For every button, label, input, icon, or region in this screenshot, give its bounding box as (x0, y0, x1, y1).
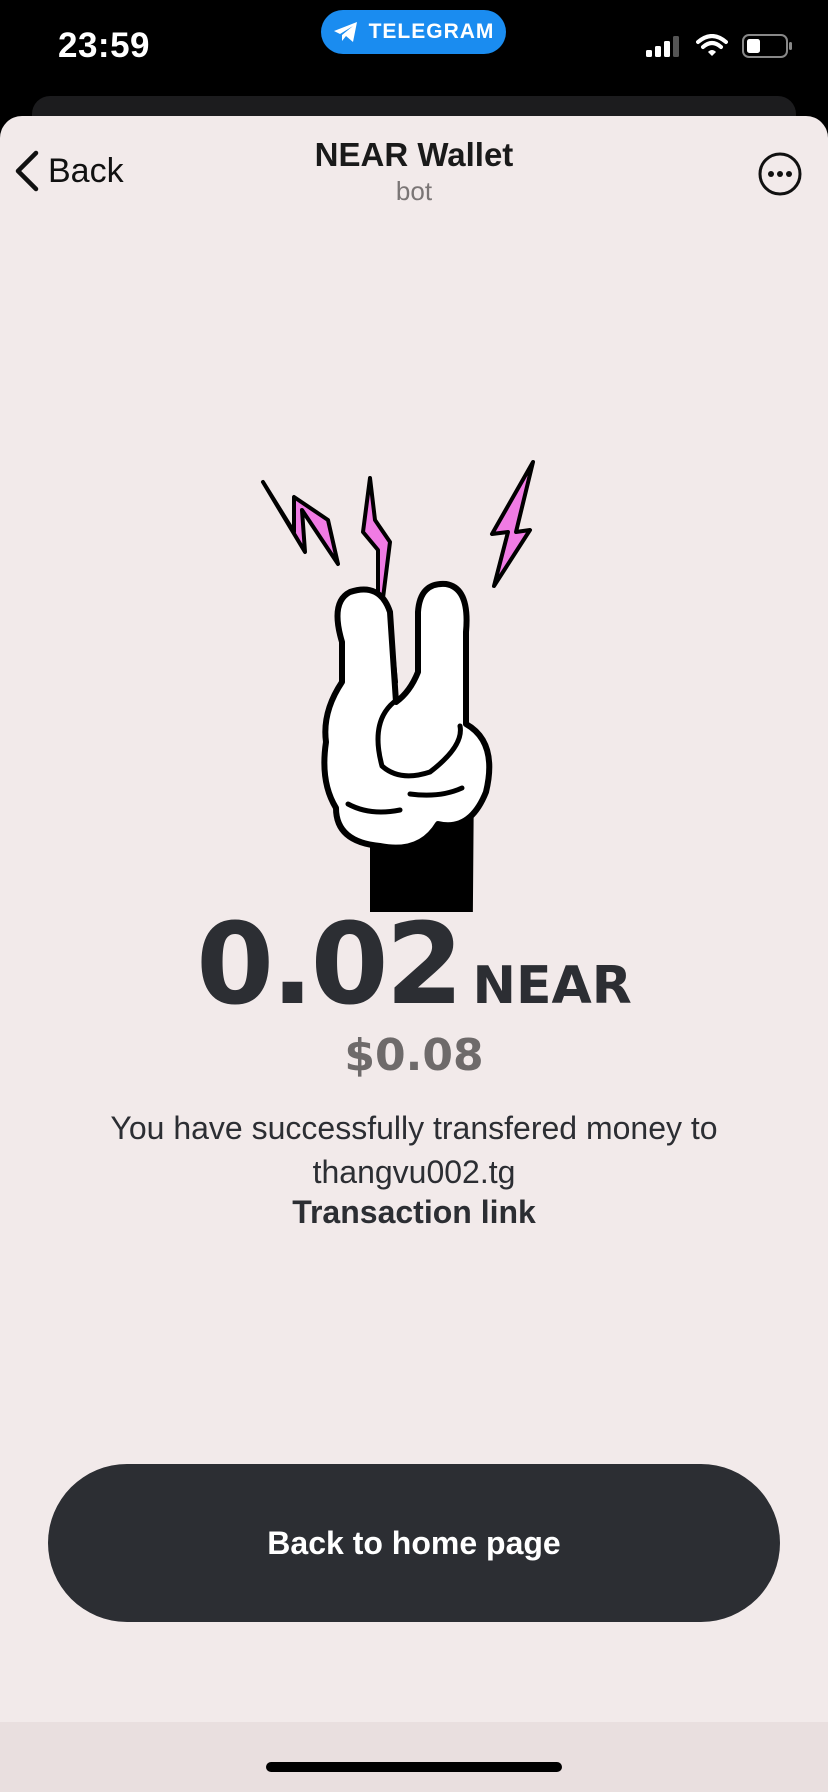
page-subtitle: bot (395, 176, 433, 206)
rock-hand-illustration (261, 460, 535, 912)
amount-display: 0.02 NEAR (0, 900, 828, 1030)
telegram-pill[interactable]: TELEGRAM (321, 10, 506, 54)
lightning-bolt-right (490, 460, 535, 588)
amount-value: 0.02 (196, 900, 463, 1030)
hand (321, 580, 493, 851)
success-message: You have successfully transfered money t… (110, 1110, 718, 1190)
status-icons (646, 34, 794, 58)
battery-icon (742, 34, 792, 58)
lightning-bolt-left (261, 480, 340, 566)
bottom-bar (0, 1722, 828, 1792)
amount-unit: NEAR (472, 956, 632, 1016)
back-to-home-button[interactable]: Back to home page (48, 1464, 780, 1622)
signal-icon (646, 36, 679, 57)
telegram-icon (333, 22, 357, 42)
status-time: 23:59 (58, 26, 151, 65)
wallet-sheet: Back NEAR Wallet bot 0.02 NEAR $0.08 You … (0, 116, 828, 1792)
nav-bar: Back NEAR Wallet bot (0, 116, 828, 226)
more-options-icon[interactable] (758, 152, 802, 196)
usd-value: $0.08 (344, 1030, 484, 1081)
page-title: NEAR Wallet (314, 136, 514, 173)
transaction-link[interactable]: Transaction link (0, 1194, 828, 1231)
status-bar: 23:59 TELEGRAM (0, 0, 828, 96)
home-indicator (266, 1762, 562, 1772)
telegram-label: TELEGRAM (368, 20, 495, 43)
wifi-icon (696, 34, 728, 56)
